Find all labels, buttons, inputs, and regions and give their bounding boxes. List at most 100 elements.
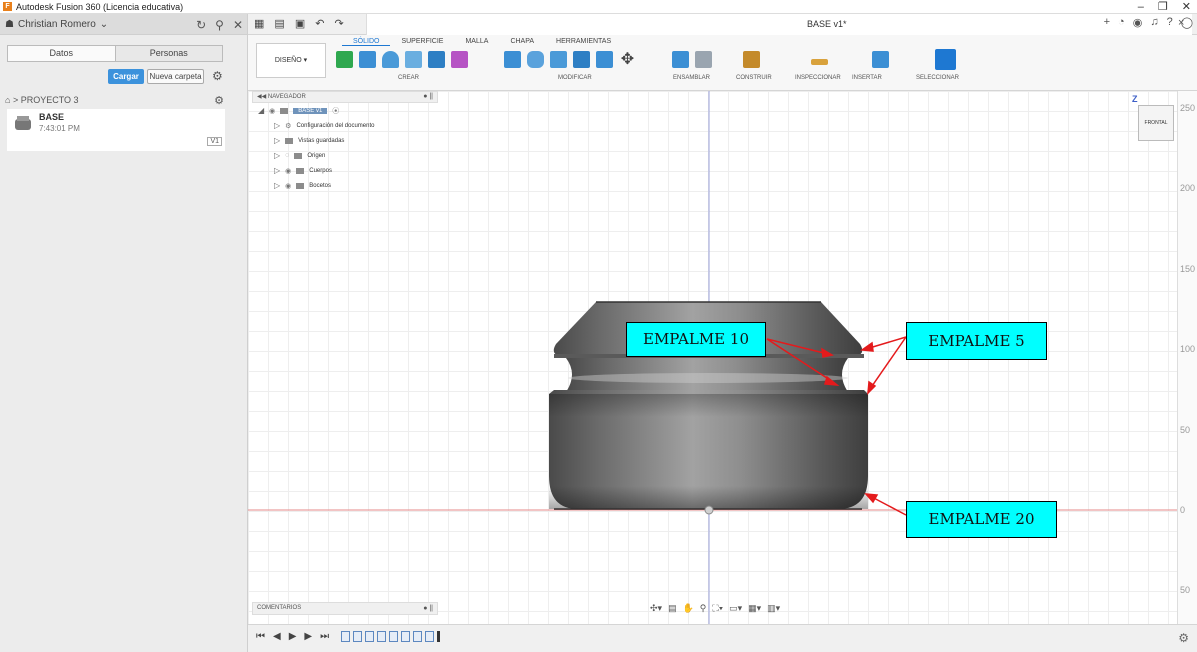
press-pull-icon[interactable] [504, 51, 521, 68]
group-inspeccionar[interactable]: INSPECCIONAR [795, 75, 841, 81]
visibility-eye-icon[interactable]: ◉ [269, 107, 275, 115]
create-sketch-icon[interactable] [336, 51, 353, 68]
search-icon[interactable]: ⚲ [215, 18, 224, 32]
move-icon[interactable]: ✥ [619, 51, 636, 68]
nav-item-doc-settings[interactable]: ▷ ⚙ Configuración del documento [252, 118, 438, 133]
close-panel-icon[interactable]: ✕ [233, 18, 243, 32]
group-construir[interactable]: CONSTRUIR [736, 75, 772, 81]
timeline-feature-revolve[interactable] [365, 631, 374, 642]
extensions-icon[interactable]: ◉ [1133, 16, 1143, 29]
timeline-feature-sketch[interactable] [353, 631, 362, 642]
display-settings-icon[interactable]: ▭▾ [729, 603, 742, 614]
new-tab-icon[interactable]: + [1104, 16, 1110, 29]
group-modificar[interactable]: MODIFICAR [558, 75, 592, 81]
pan-icon[interactable]: ✋ [683, 603, 694, 614]
nav-item-saved-views[interactable]: ▷ Vistas guardadas [252, 133, 438, 148]
help-icon[interactable]: ? [1167, 16, 1173, 29]
tab-personas[interactable]: Personas [114, 46, 222, 61]
select-icon[interactable] [935, 49, 956, 70]
visibility-eye-icon[interactable]: ◉ [285, 167, 291, 175]
refresh-icon[interactable]: ↻ [196, 18, 206, 32]
grid-settings-icon[interactable]: ▦▾ [748, 603, 761, 614]
activate-radio-icon[interactable]: ⦿ [332, 106, 339, 116]
step-forward-icon[interactable]: ▶ [304, 631, 312, 642]
nav-item-sketches[interactable]: ▷ ◉ Bocetos [252, 178, 438, 193]
timeline-settings-icon[interactable]: ⚙ [1178, 631, 1189, 645]
fillet-icon[interactable] [527, 51, 544, 68]
nav-item-bodies[interactable]: ▷ ◉ Cuerpos [252, 163, 438, 178]
tab-datos[interactable]: Datos [8, 46, 115, 61]
chamfer-icon[interactable] [550, 51, 567, 68]
expand-icon[interactable]: ▷ [274, 181, 280, 190]
tab-chapa[interactable]: CHAPA [499, 38, 545, 46]
timeline-feature-fillet[interactable] [401, 631, 410, 642]
revolve-icon[interactable] [382, 51, 399, 68]
look-at-icon[interactable]: ▤ [668, 603, 677, 614]
tab-herramientas[interactable]: HERRAMIENTAS [545, 38, 622, 46]
group-seleccionar[interactable]: SELECCIONAR [916, 75, 959, 81]
tab-solido[interactable]: SÓLIDO [342, 38, 391, 46]
go-to-start-icon[interactable]: ⏮ [256, 631, 265, 642]
joint-icon[interactable] [695, 51, 712, 68]
comments-pin-icon[interactable]: ● || [423, 603, 433, 614]
close-icon[interactable]: ✕ [1182, 0, 1191, 14]
save-icon[interactable]: ▣ [295, 17, 305, 30]
document-tab[interactable]: BASE v1* × [366, 14, 1192, 35]
go-to-end-icon[interactable]: ⏭ [320, 631, 329, 642]
grid-menu-icon[interactable]: ▦ [254, 17, 264, 30]
tab-malla[interactable]: MALLA [454, 38, 499, 46]
file-menu-icon[interactable]: ▤ [274, 17, 284, 30]
shell-icon[interactable] [573, 51, 590, 68]
collapse-icon[interactable]: ◢ [258, 106, 264, 115]
play-icon[interactable]: ▶ [289, 631, 297, 642]
viewport-canvas[interactable]: ◀◀ NAVEGADOR ● || ◢ ◉ BASE v1 ⦿ ▷ ⚙ Confi… [248, 91, 1177, 624]
timeline-feature-fillet[interactable] [389, 631, 398, 642]
timeline-marker[interactable] [437, 631, 441, 642]
timeline-feature-fillet[interactable] [413, 631, 422, 642]
timeline-feature-fillet[interactable] [377, 631, 386, 642]
comments-panel[interactable]: COMENTARIOS ● || [252, 602, 438, 615]
expand-icon[interactable]: ▷ [274, 136, 280, 145]
timeline-feature-sketch[interactable] [341, 631, 350, 642]
redo-icon[interactable]: ↷ [334, 17, 343, 30]
file-version-badge[interactable]: V1 [207, 137, 222, 146]
zoom-icon[interactable]: ⚲ [700, 603, 707, 614]
timeline-feature-fillet[interactable] [425, 631, 434, 642]
restore-icon[interactable]: ❐ [1158, 0, 1168, 14]
extrude-icon[interactable] [359, 51, 376, 68]
viewports-icon[interactable]: ▥▾ [767, 603, 780, 614]
minimize-icon[interactable]: – [1138, 0, 1144, 14]
tab-superficie[interactable]: SUPERFICIE [390, 38, 454, 46]
visibility-eye-icon[interactable]: ◉ [285, 182, 291, 190]
sweep-icon[interactable] [405, 51, 422, 68]
project-breadcrumb[interactable]: ⌂ > PROYECTO 3 ⚙ [0, 93, 248, 107]
gear-icon[interactable]: ⚙ [212, 69, 223, 83]
create-form-icon[interactable] [451, 51, 468, 68]
measure-icon[interactable] [811, 59, 828, 65]
job-status-icon[interactable]: ◔ [1118, 16, 1125, 29]
navigator-header[interactable]: ◀◀ NAVEGADOR ● || [252, 91, 438, 103]
group-insertar[interactable]: INSERTAR [852, 75, 882, 81]
notifications-icon[interactable]: ♫ [1150, 16, 1158, 29]
nav-root-row[interactable]: ◢ ◉ BASE v1 ⦿ [252, 103, 438, 118]
workspace-switcher[interactable]: DISEÑO ▾ [256, 43, 326, 78]
file-card[interactable]: BASE 7:43:01 PM V1 [7, 109, 225, 151]
expand-icon[interactable]: ▷ [274, 166, 280, 175]
viewcube[interactable]: FRONTAL [1138, 105, 1174, 141]
offset-plane-icon[interactable] [743, 51, 760, 68]
new-component-icon[interactable] [672, 51, 689, 68]
undo-icon[interactable]: ↶ [315, 17, 324, 30]
visibility-eye-icon[interactable]: ◌ [285, 152, 289, 159]
insert-image-icon[interactable] [872, 51, 889, 68]
step-back-icon[interactable]: ◀ [273, 631, 281, 642]
new-folder-button[interactable]: Nueva carpeta [147, 69, 204, 84]
nav-item-origin[interactable]: ▷ ◌ Origen [252, 148, 438, 163]
avatar[interactable]: ◯ [1181, 16, 1193, 29]
navigator-pin-icon[interactable]: ● || [423, 92, 433, 102]
upload-button[interactable]: Cargar [108, 69, 144, 84]
fit-icon[interactable]: ⛶▾ [712, 603, 723, 614]
origin-point-icon[interactable] [704, 505, 714, 515]
orbit-icon[interactable]: ✣▾ [650, 603, 662, 614]
expand-icon[interactable]: ▷ [274, 121, 280, 130]
expand-icon[interactable]: ▷ [274, 151, 280, 160]
